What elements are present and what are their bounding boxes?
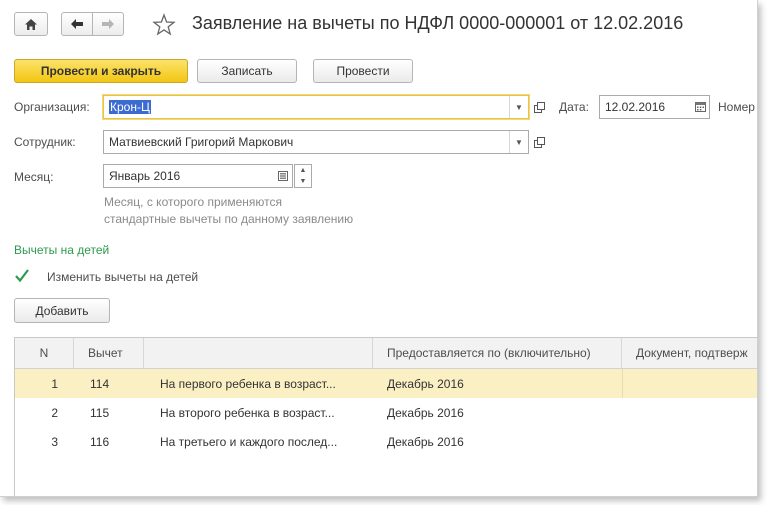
month-hint-line1: Месяц, с которого применяются	[104, 195, 282, 209]
triangle-down-icon: ▼	[515, 102, 523, 112]
cell-description: На второго ребенка в возраст...	[160, 405, 335, 420]
month-spinner[interactable]: ▲ ▼	[294, 164, 312, 188]
date-label: Дата:	[559, 100, 589, 114]
home-button[interactable]	[14, 12, 48, 36]
table-header: N Вычет Предоставляется по (включительно…	[15, 338, 757, 369]
number-label: Номер	[718, 100, 755, 114]
forward-button[interactable]	[92, 12, 124, 36]
employee-label: Сотрудник:	[14, 135, 76, 149]
arrow-left-icon	[71, 19, 83, 29]
cell-document	[622, 369, 757, 398]
month-field[interactable]: Январь 2016	[103, 164, 293, 188]
employee-field[interactable]: Матвиевский Григорий Маркович ▼	[103, 130, 529, 154]
section-title-children: Вычеты на детей	[14, 243, 110, 257]
employee-open-button[interactable]	[530, 130, 548, 154]
arrow-right-icon	[102, 19, 114, 29]
open-window-icon	[533, 101, 545, 113]
month-hint-line2: стандартные вычеты по данному заявлению	[104, 212, 354, 226]
cell-n: 3	[51, 434, 58, 449]
checkmark-icon	[15, 269, 29, 283]
month-label: Месяц:	[14, 170, 54, 184]
cell-code: 114	[90, 376, 110, 391]
organization-label: Организация:	[14, 100, 90, 114]
page-title: Заявление на вычеты по НДФЛ 0000-000001 …	[192, 13, 684, 33]
table-row[interactable]: 3 116 На третьего и каждого послед... Де…	[15, 427, 757, 456]
list-select-icon	[278, 171, 288, 181]
month-select-button[interactable]	[274, 165, 292, 187]
back-button[interactable]	[61, 12, 93, 36]
dropdown-button[interactable]: ▼	[509, 131, 528, 153]
cell-description: На первого ребенка в возраст...	[160, 376, 336, 391]
cell-document	[622, 398, 757, 427]
table-row[interactable]: 1 114 На первого ребенка в возраст... Де…	[15, 369, 757, 398]
table-row[interactable]: 2 115 На второго ребенка в возраст... Де…	[15, 398, 757, 427]
spinner-down-icon[interactable]: ▼	[295, 176, 311, 187]
column-header-document[interactable]: Документ, подтверж	[622, 338, 757, 368]
cell-n: 1	[51, 376, 58, 391]
dropdown-button[interactable]: ▼	[509, 96, 528, 118]
organization-open-button[interactable]	[530, 95, 548, 119]
column-header-until[interactable]: Предоставляется по (включительно)	[373, 338, 622, 368]
post-button[interactable]: Провести	[313, 59, 413, 83]
home-icon	[25, 18, 37, 30]
date-value: 12.02.2016	[605, 100, 666, 114]
organization-field[interactable]: Крон-Ц ▼	[103, 95, 529, 119]
column-header-deduction[interactable]: Вычет	[74, 338, 144, 368]
cell-code: 116	[90, 434, 110, 449]
cell-description: На третьего и каждого послед...	[160, 434, 338, 449]
save-button[interactable]: Записать	[197, 59, 297, 83]
post-and-close-button[interactable]: Провести и закрыть	[14, 59, 188, 83]
favorite-star-button[interactable]	[152, 13, 176, 37]
calendar-icon	[694, 102, 706, 112]
date-field[interactable]: 12.02.2016	[599, 95, 710, 119]
document-window: Заявление на вычеты по НДФЛ 0000-000001 …	[0, 0, 758, 497]
employee-value: Матвиевский Григорий Маркович	[109, 135, 294, 149]
open-window-icon	[533, 136, 545, 148]
month-value: Январь 2016	[109, 169, 181, 183]
triangle-down-icon: ▼	[515, 137, 523, 147]
spinner-up-icon[interactable]: ▲	[295, 165, 311, 176]
cell-code: 115	[90, 405, 110, 420]
change-deductions-label: Изменить вычеты на детей	[47, 270, 199, 284]
organization-value: Крон-Ц	[109, 100, 151, 114]
cell-until: Декабрь 2016	[387, 405, 464, 420]
column-header-description[interactable]	[144, 338, 373, 368]
cell-document	[622, 427, 757, 456]
deductions-table: N Вычет Предоставляется по (включительно…	[14, 337, 757, 496]
star-icon	[152, 13, 176, 36]
cell-until: Декабрь 2016	[387, 434, 464, 449]
cell-n: 2	[51, 405, 58, 420]
month-hint: Месяц, с которого применяются стандартны…	[104, 194, 404, 228]
cell-until: Декабрь 2016	[387, 376, 464, 391]
add-button[interactable]: Добавить	[14, 298, 110, 323]
change-deductions-checkbox[interactable]	[14, 268, 30, 284]
calendar-button[interactable]	[691, 96, 709, 118]
column-header-n[interactable]: N	[15, 338, 74, 368]
